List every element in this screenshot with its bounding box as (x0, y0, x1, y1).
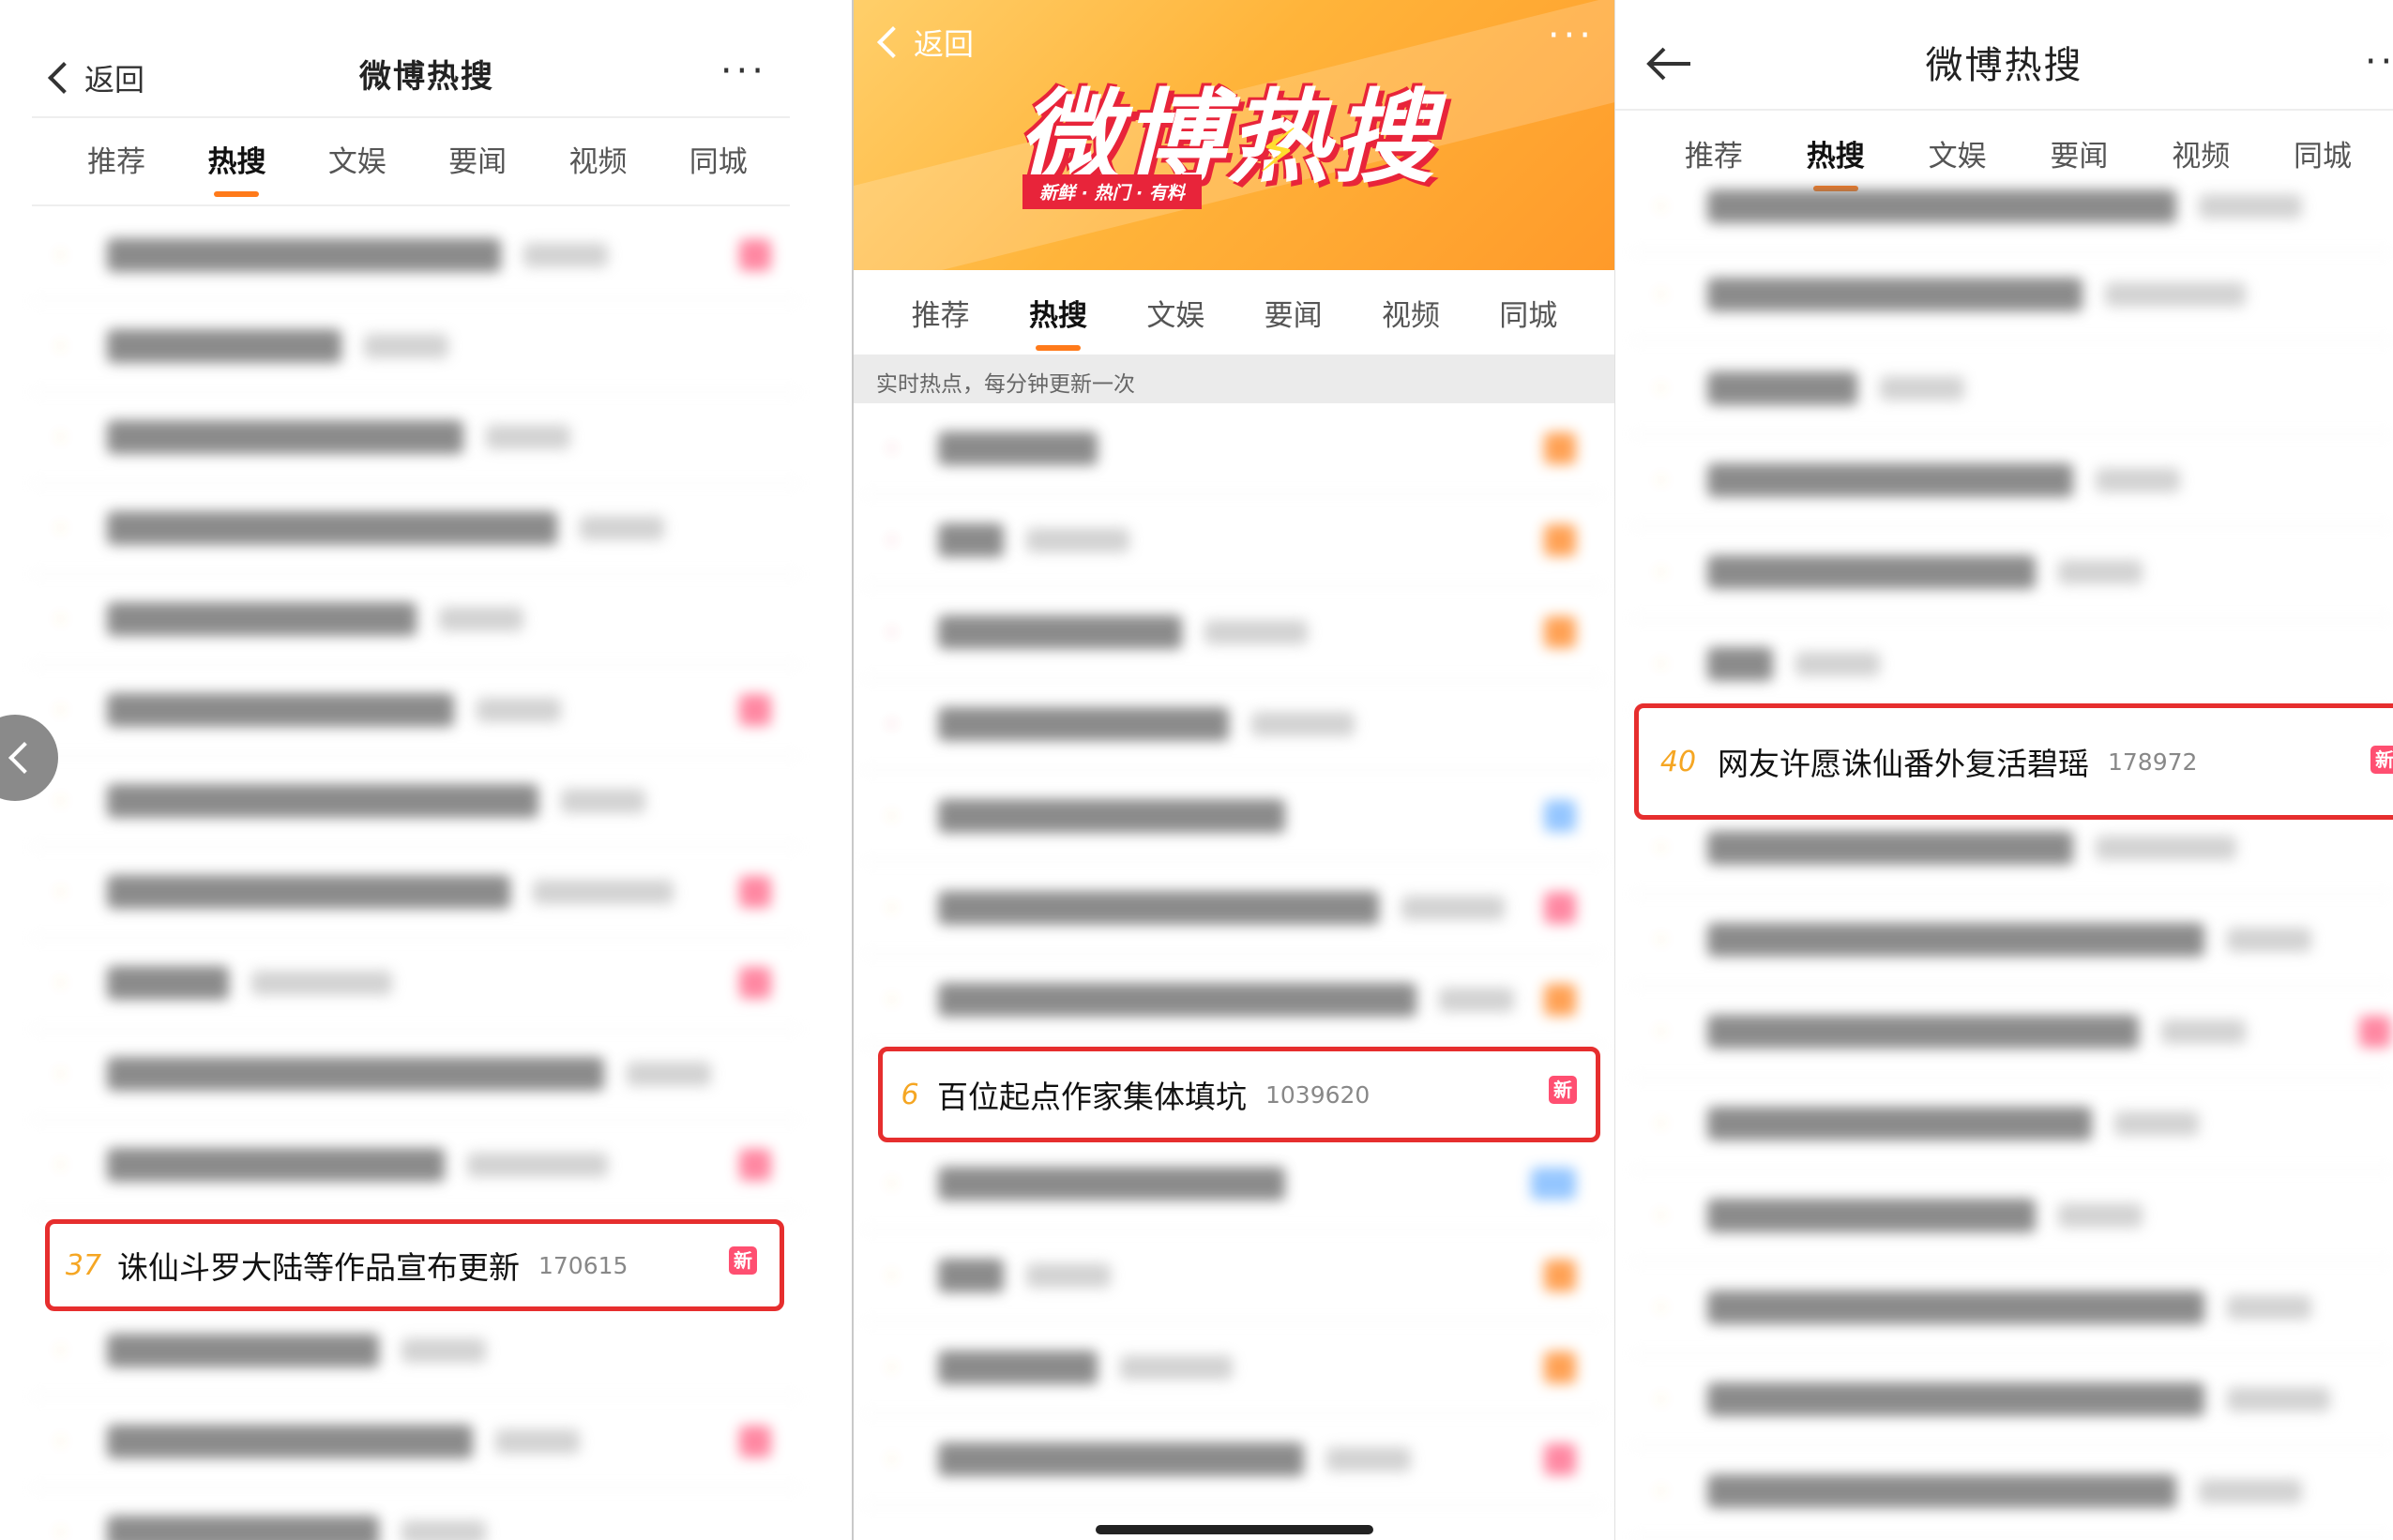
tab-recommend[interactable]: 推荐 (906, 292, 976, 334)
panel-middle: 微博热搜 ⚡ 新鲜 · 热门 · 有料 返回 ··· 推荐 热搜 文娱 要闻 视… (854, 0, 1615, 1540)
tab-bar: 推荐 热搜 文娱 要闻 视频 同城 (854, 291, 1615, 334)
list-item[interactable]: · (32, 938, 799, 1030)
highlighted-hot-item[interactable]: 6 百位起点作家集体填坑 1039620 新 (878, 1047, 1600, 1142)
list-item[interactable]: · (863, 587, 1604, 679)
list-item[interactable]: · (1632, 527, 2393, 619)
list-item[interactable]: · (32, 392, 799, 484)
highlighted-hot-item[interactable]: 37 诛仙斗罗大陆等作品宣布更新 170615 新 (45, 1219, 784, 1311)
list-item[interactable]: · (863, 1139, 1604, 1230)
list-item[interactable]: · (32, 1487, 799, 1540)
tab-local[interactable]: 同城 (1493, 292, 1563, 334)
topic-title: 百位起点作家集体填坑 (937, 1079, 1247, 1115)
tab-entertainment[interactable]: 文娱 (323, 138, 392, 180)
panel-right: 微博热搜 ··· 推荐 热搜 文娱 要闻 视频 同城 · · · · · · ·… (1615, 0, 2393, 1540)
list-item[interactable]: · (32, 1120, 799, 1212)
list-item[interactable]: · (863, 863, 1604, 955)
tab-hot-search[interactable]: 热搜 (1023, 292, 1093, 334)
list-item[interactable]: · (1632, 1079, 2393, 1170)
list-item[interactable]: · (1632, 249, 2393, 341)
list-item[interactable]: · (1632, 1170, 2393, 1262)
home-indicator (1096, 1525, 1373, 1534)
rank-number: 40 (1659, 745, 1697, 778)
back-button[interactable]: 返回 (877, 21, 975, 64)
list-item[interactable]: · (32, 301, 799, 393)
list-item[interactable]: · (863, 1322, 1604, 1414)
arrow-left-icon (1646, 47, 1690, 81)
list-item[interactable]: · (1632, 435, 2393, 527)
page-title: 微博热搜 (1925, 44, 2083, 87)
topic-title: 诛仙斗罗大陆等作品宣布更新 (117, 1249, 520, 1286)
back-label: 返回 (84, 62, 145, 98)
tab-entertainment[interactable]: 文娱 (1141, 292, 1210, 334)
highlighted-hot-item[interactable]: 40 网友许愿诛仙番外复活碧瑶 178972 新 (1634, 703, 2393, 820)
tab-news[interactable]: 要闻 (443, 138, 512, 180)
header: 返回 微博热搜 ··· (0, 45, 854, 101)
hot-search-banner: 微博热搜 ⚡ 新鲜 · 热门 · 有料 返回 ··· (854, 0, 1615, 270)
tab-recommend[interactable]: 推荐 (82, 138, 151, 180)
tab-video[interactable]: 视频 (563, 138, 632, 180)
tab-bar: 推荐 热搜 文娱 要闻 视频 同城 (0, 137, 854, 180)
list-item[interactable]: · (863, 679, 1604, 771)
new-badge: 新 (1549, 1076, 1577, 1104)
chevron-left-icon (48, 62, 80, 94)
heat-count: 170615 (538, 1251, 629, 1279)
back-arrow-button[interactable] (1645, 47, 1692, 81)
tab-hot-search[interactable]: 热搜 (202, 138, 271, 180)
panel-left: 返回 微博热搜 ··· 推荐 热搜 文娱 要闻 视频 同城 · · · · · … (0, 0, 854, 1540)
list-item[interactable]: · (863, 403, 1604, 495)
list-item[interactable]: · (863, 1230, 1604, 1322)
new-badge: 新 (2370, 746, 2393, 774)
list-item[interactable]: · (32, 483, 799, 575)
list-item[interactable]: · (863, 1414, 1604, 1506)
subheader-text: 实时热点，每分钟更新一次 (876, 372, 1135, 397)
list-item[interactable]: · (32, 1029, 799, 1121)
heat-count: 1039620 (1265, 1080, 1371, 1109)
tab-local[interactable]: 同城 (684, 138, 753, 180)
tab-video[interactable]: 视频 (1376, 292, 1446, 334)
lightning-icon: ⚡ (1257, 117, 1299, 187)
list-item[interactable]: · (1632, 1354, 2393, 1446)
banner-slogan: 新鲜 · 热门 · 有料 (1022, 174, 1202, 209)
new-badge: 新 (729, 1246, 757, 1275)
list-item[interactable]: · (32, 1306, 799, 1397)
list-item[interactable]: · (1632, 987, 2393, 1079)
list-item[interactable]: · (32, 847, 799, 939)
list-item[interactable]: · (1632, 1262, 2393, 1354)
topic-title: 网友许愿诛仙番外复活碧瑶 (1718, 746, 2089, 782)
list-item[interactable]: · (1632, 343, 2393, 435)
rank-number: 37 (65, 1248, 102, 1282)
list-item[interactable]: · (863, 495, 1604, 587)
more-icon[interactable]: ··· (1548, 17, 1595, 54)
list-item[interactable]: · (863, 771, 1604, 863)
list-item[interactable]: · (1632, 895, 2393, 987)
list-item[interactable]: · (32, 756, 799, 848)
list-item[interactable]: · (32, 210, 799, 302)
more-icon[interactable]: ··· (720, 53, 767, 90)
rank-number: 6 (901, 1078, 919, 1111)
list-item[interactable]: · (32, 574, 799, 666)
header: 微博热搜 ··· (1615, 34, 2393, 90)
chevron-left-icon (877, 26, 909, 58)
list-item[interactable]: · (1632, 619, 2393, 711)
page-title: 微博热搜 (359, 57, 494, 96)
back-label: 返回 (914, 26, 975, 62)
heat-count: 178972 (2108, 747, 2198, 776)
list-item[interactable]: · (32, 665, 799, 757)
list-item[interactable]: · (863, 955, 1604, 1047)
list-item[interactable]: · (1632, 161, 2393, 253)
more-icon[interactable]: ··· (2365, 43, 2393, 81)
back-button[interactable]: 返回 (48, 56, 145, 99)
subheader: 实时热点，每分钟更新一次 (854, 355, 1615, 403)
tab-news[interactable]: 要闻 (1259, 292, 1328, 334)
list-item[interactable]: · (1632, 1446, 2393, 1538)
list-item[interactable]: · (32, 1397, 799, 1488)
